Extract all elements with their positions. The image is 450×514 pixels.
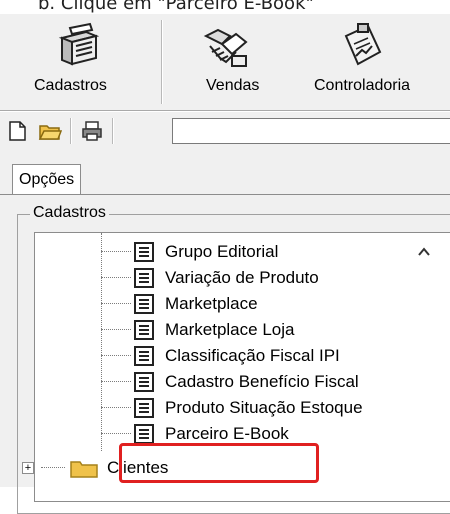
document-icon (134, 346, 154, 366)
application-window: Cadastros Vendas Controladoria Opções Ca… (0, 14, 450, 514)
tab-strip-border (0, 194, 450, 195)
path-input[interactable] (172, 118, 450, 144)
secondary-toolbar (0, 114, 450, 148)
controladoria-label: Controladoria (314, 77, 411, 94)
main-toolbar: Cadastros Vendas Controladoria (0, 14, 450, 110)
tree-item-label: Marketplace Loja (165, 320, 295, 339)
tree-connector (101, 303, 131, 304)
tree-item-label: Grupo Editorial (165, 242, 279, 261)
folders-icon (58, 22, 100, 66)
small-toolbar-separator (112, 118, 114, 144)
open-folder-icon[interactable] (38, 120, 62, 142)
tree-item-label: Parceiro E-Book (165, 424, 289, 443)
cadastros-button[interactable]: Cadastros (0, 14, 160, 110)
controladoria-button[interactable]: Controladoria (288, 14, 450, 110)
toolbar-divider (0, 110, 450, 112)
tree-item-label: Produto Situação Estoque (165, 398, 363, 417)
tree-connector (101, 407, 131, 408)
document-icon (134, 268, 154, 288)
highlight-box (119, 443, 319, 483)
toolbar-separator (161, 20, 163, 104)
tab-opcoes[interactable]: Opções (12, 164, 82, 194)
cadastros-label: Cadastros (34, 77, 107, 94)
print-icon[interactable] (80, 120, 104, 142)
tree-connector (101, 251, 131, 252)
groupbox-title: Cadastros (30, 204, 109, 222)
tree-item-label: Variação de Produto (165, 268, 319, 287)
tree-connector (101, 233, 102, 451)
document-icon (134, 320, 154, 340)
vendas-label: Vendas (206, 77, 260, 94)
document-icon (134, 424, 154, 444)
tree-connector (101, 329, 131, 330)
small-toolbar-separator (70, 118, 72, 144)
document-icon (134, 398, 154, 418)
tree-connector (101, 381, 131, 382)
tree-item-label: Marketplace (165, 294, 258, 313)
folder-icon (70, 461, 98, 478)
new-document-icon[interactable] (6, 120, 30, 142)
document-icon (134, 372, 154, 392)
tree-connector (41, 467, 65, 468)
instruction-text: b. Clique em "Parceiro E-Book" (38, 0, 314, 14)
vendas-button[interactable]: Vendas (166, 14, 288, 110)
tree-item-label: Classificação Fiscal IPI (165, 346, 340, 365)
tree-connector (101, 433, 131, 434)
document-icon (134, 242, 154, 262)
tree-item-label: Cadastro Benefício Fiscal (165, 372, 359, 391)
handshake-icon (203, 28, 248, 67)
tree-connector (101, 277, 131, 278)
document-icon (134, 294, 154, 314)
tree-connector (101, 355, 131, 356)
report-icon (344, 23, 382, 66)
expand-toggle[interactable]: + (22, 462, 34, 474)
scroll-up-arrow-icon[interactable] (417, 245, 431, 259)
instruction-banner: b. Clique em "Parceiro E-Book" (0, 0, 450, 14)
